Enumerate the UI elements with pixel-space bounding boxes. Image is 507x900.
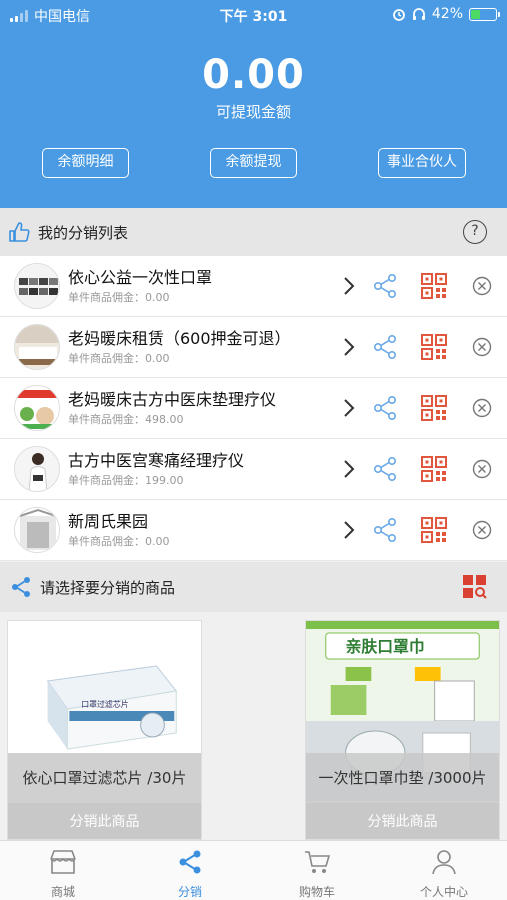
remove-icon[interactable] (472, 459, 492, 479)
share-icon[interactable] (372, 273, 398, 299)
remove-icon[interactable] (472, 337, 492, 357)
thumbs-up-icon (9, 222, 30, 242)
qr-code-icon[interactable] (421, 273, 447, 299)
status-bar: 中国电信 下午 3:01 42% (0, 0, 507, 30)
list-item[interactable]: 古方中医宫寒痛经理疗仪 单件商品佣金：199.00 (0, 439, 507, 500)
product-image-text: 口罩过滤芯片 (81, 699, 128, 709)
product-name: 老妈暖床租赁（600押金可退） (68, 329, 291, 348)
balance-header: 中国电信 下午 3:01 42% 0.00 可提现金额 余额明细 余额提现 事业… (0, 0, 507, 208)
product-card[interactable]: 口罩过滤芯片 依心口罩过滤芯片 /30片 分销此商品 (7, 620, 202, 840)
share-icon[interactable] (372, 517, 398, 543)
product-name: 新周氏果园 (68, 512, 149, 531)
product-commission: 单件商品佣金：0.00 (68, 291, 170, 304)
cart-icon (305, 851, 331, 873)
chevron-right-icon[interactable] (342, 520, 356, 540)
product-commission: 单件商品佣金：199.00 (68, 474, 184, 487)
remove-icon[interactable] (472, 276, 492, 296)
product-commission: 单件商品佣金：498.00 (68, 413, 184, 426)
bottom-tab-bar: 商城 分销 购物车 个人中心 (0, 840, 507, 900)
product-thumbnail (14, 507, 60, 553)
chevron-right-icon[interactable] (342, 459, 356, 479)
qr-scan-icon[interactable] (463, 575, 487, 599)
product-commission: 单件商品佣金：0.00 (68, 352, 170, 365)
tab-label: 分销 (177, 885, 202, 899)
tab-cart[interactable]: 购物车 (254, 841, 380, 900)
tab-label: 购物车 (298, 885, 335, 899)
battery-icon (469, 7, 500, 21)
product-name: 依心公益一次性口罩 (68, 268, 213, 287)
product-card-name: 依心口罩过滤芯片 /30片 (8, 753, 201, 803)
tab-distribution[interactable]: 分销 (127, 841, 253, 900)
help-icon[interactable]: ? (463, 220, 487, 244)
shop-icon (50, 850, 76, 874)
product-image-text: 亲肤口罩巾 (346, 637, 425, 656)
chevron-right-icon[interactable] (342, 276, 356, 296)
chevron-right-icon[interactable] (342, 398, 356, 418)
balance-label: 可提现金额 (215, 103, 291, 121)
product-name: 老妈暖床古方中医床垫理疗仪 (68, 390, 277, 409)
product-thumbnail (14, 324, 60, 370)
distribute-button[interactable]: 分销此商品 (8, 803, 201, 839)
tab-label: 个人中心 (419, 885, 468, 899)
distribute-button[interactable]: 分销此商品 (306, 803, 499, 839)
list-item[interactable]: 老妈暖床租赁（600押金可退） 单件商品佣金：0.00 (0, 317, 507, 378)
product-thumbnail (14, 385, 60, 431)
partner-button[interactable]: 事业合伙人 (378, 148, 466, 178)
list-item[interactable]: 依心公益一次性口罩 单件商品佣金：0.00 (0, 256, 507, 317)
tab-label: 商城 (50, 885, 75, 899)
share-icon[interactable] (372, 456, 398, 482)
remove-icon[interactable] (472, 520, 492, 540)
section-title: 请选择要分销的商品 (40, 578, 176, 597)
section-title: 我的分销列表 (38, 223, 129, 242)
balance-amount: 0.00 (202, 52, 305, 98)
product-commission: 单件商品佣金：0.00 (68, 535, 170, 548)
person-icon (432, 850, 456, 875)
list-item[interactable]: 老妈暖床古方中医床垫理疗仪 单件商品佣金：498.00 (0, 378, 507, 439)
alarm-icon (392, 9, 405, 21)
list-item[interactable]: 新周氏果园 单件商品佣金：0.00 (0, 500, 507, 561)
share-icon (12, 577, 30, 597)
qr-code-icon[interactable] (421, 517, 447, 543)
remove-icon[interactable] (472, 398, 492, 418)
qr-code-icon[interactable] (421, 456, 447, 482)
product-thumbnail (14, 263, 60, 309)
balance-detail-button[interactable]: 余额明细 (42, 148, 129, 178)
tab-shop[interactable]: 商城 (0, 841, 126, 900)
product-thumbnail (14, 446, 60, 492)
product-name: 古方中医宫寒痛经理疗仪 (68, 451, 245, 470)
select-products-header: 请选择要分销的商品 (0, 562, 507, 612)
share-icon (179, 850, 201, 874)
battery-percent: 42% (431, 6, 463, 22)
qr-code-icon[interactable] (421, 395, 447, 421)
headphones-icon (412, 8, 425, 20)
product-card-name: 一次性口罩巾垫 /3000片 (306, 753, 499, 803)
withdraw-button[interactable]: 余额提现 (210, 148, 297, 178)
qr-code-icon[interactable] (421, 334, 447, 360)
chevron-right-icon[interactable] (342, 337, 356, 357)
tab-profile[interactable]: 个人中心 (381, 841, 507, 900)
share-icon[interactable] (372, 334, 398, 360)
share-icon[interactable] (372, 395, 398, 421)
product-card[interactable]: 亲肤口罩巾 一次性口罩巾垫 /3000片 分销此商品 (305, 620, 500, 840)
my-distribution-list-header: 我的分销列表 ? (0, 208, 507, 256)
product-grid: 口罩过滤芯片 依心口罩过滤芯片 /30片 分销此商品 亲肤口罩巾 一次性口罩巾垫… (0, 612, 507, 840)
